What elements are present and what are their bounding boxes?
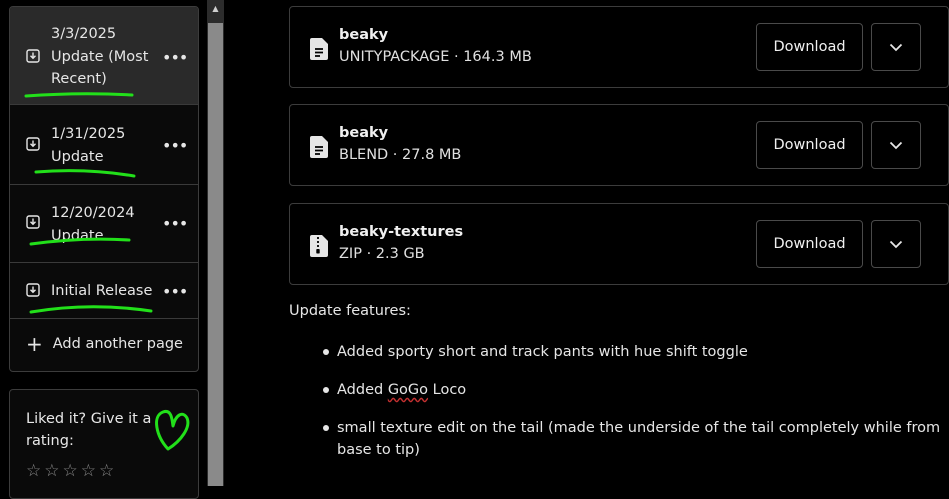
file-options-button[interactable]	[871, 220, 921, 268]
features-list: Added sporty short and track pants with …	[321, 341, 946, 477]
file-card: beaky-textures ZIP · 2.3 GB Download	[289, 203, 949, 285]
plus-icon: +	[26, 332, 43, 356]
scrollbar-thumb[interactable]	[208, 23, 223, 486]
page-item-3-3-2025[interactable]: 3/3/2025 Update (Most Recent) •••	[10, 7, 198, 105]
feature-text: Loco	[428, 382, 467, 398]
page-list-panel: 3/3/2025 Update (Most Recent) ••• 1/31/2…	[9, 6, 199, 372]
file-meta: ZIP · 2.3 GB	[339, 246, 425, 262]
rating-card: Liked it? Give it a rating: ☆ ☆ ☆ ☆ ☆	[9, 389, 199, 499]
more-options-button[interactable]: •••	[162, 138, 188, 157]
more-options-button[interactable]: •••	[162, 216, 188, 235]
list-item: small texture edit on the tail (made the…	[321, 417, 946, 461]
more-options-button[interactable]: •••	[162, 50, 188, 69]
features-heading: Update features:	[289, 303, 411, 319]
file-meta: UNITYPACKAGE · 164.3 MB	[339, 49, 532, 65]
chevron-down-icon	[889, 141, 903, 149]
page-item-label: Initial Release	[51, 283, 153, 299]
page-item-initial-release[interactable]: Initial Release •••	[10, 263, 198, 319]
file-card: beaky UNITYPACKAGE · 164.3 MB Download	[289, 6, 949, 88]
download-button[interactable]: Download	[756, 121, 863, 169]
star-rating[interactable]: ☆ ☆ ☆ ☆ ☆	[26, 461, 114, 481]
page-item-12-20-2024[interactable]: 12/20/2024 Update •••	[10, 185, 198, 263]
page-item-label: 12/20/2024 Update	[51, 205, 135, 244]
list-item: Added sporty short and track pants with …	[321, 341, 946, 363]
add-page-label: Add another page	[52, 336, 183, 352]
file-name: beaky-textures	[339, 224, 464, 240]
list-item: Added GoGo Loco	[321, 379, 946, 401]
star-icon[interactable]: ☆	[26, 461, 41, 481]
feature-text: Added	[337, 382, 388, 398]
page-item-label: 3/3/2025 Update (Most Recent)	[51, 26, 149, 87]
page-item-1-31-2025[interactable]: 1/31/2025 Update •••	[10, 105, 198, 185]
star-icon[interactable]: ☆	[81, 461, 96, 481]
star-icon[interactable]: ☆	[44, 461, 59, 481]
file-zip-icon	[310, 235, 328, 257]
chevron-down-icon	[889, 43, 903, 51]
chevron-down-icon	[889, 240, 903, 248]
download-page-icon	[26, 215, 40, 229]
download-button[interactable]: Download	[756, 220, 863, 268]
download-page-icon	[26, 49, 40, 63]
file-meta: BLEND · 27.8 MB	[339, 147, 462, 163]
scroll-up-arrow-icon[interactable]: ▲	[207, 4, 224, 13]
file-name: beaky	[339, 125, 389, 141]
page-item-label: 1/31/2025 Update	[51, 126, 126, 165]
sidebar-scrollbar[interactable]: ▲	[207, 0, 224, 486]
more-options-button[interactable]: •••	[162, 284, 188, 303]
file-text-icon	[310, 38, 328, 60]
star-icon[interactable]: ☆	[63, 461, 78, 481]
download-page-icon	[26, 283, 40, 297]
star-icon[interactable]: ☆	[99, 461, 114, 481]
file-card: beaky BLEND · 27.8 MB Download	[289, 104, 949, 186]
download-button[interactable]: Download	[756, 23, 863, 71]
add-page-button[interactable]: + Add another page	[26, 332, 183, 356]
download-page-icon	[26, 137, 40, 151]
file-name: beaky	[339, 27, 389, 43]
rating-prompt: Liked it? Give it a rating:	[26, 411, 152, 449]
misspelled-word: GoGo	[387, 382, 429, 398]
file-options-button[interactable]	[871, 23, 921, 71]
file-options-button[interactable]	[871, 121, 921, 169]
feature-text: small texture edit on the tail (made the…	[337, 420, 941, 458]
file-text-icon	[310, 136, 328, 158]
feature-text: Added sporty short and track pants with …	[337, 344, 748, 360]
